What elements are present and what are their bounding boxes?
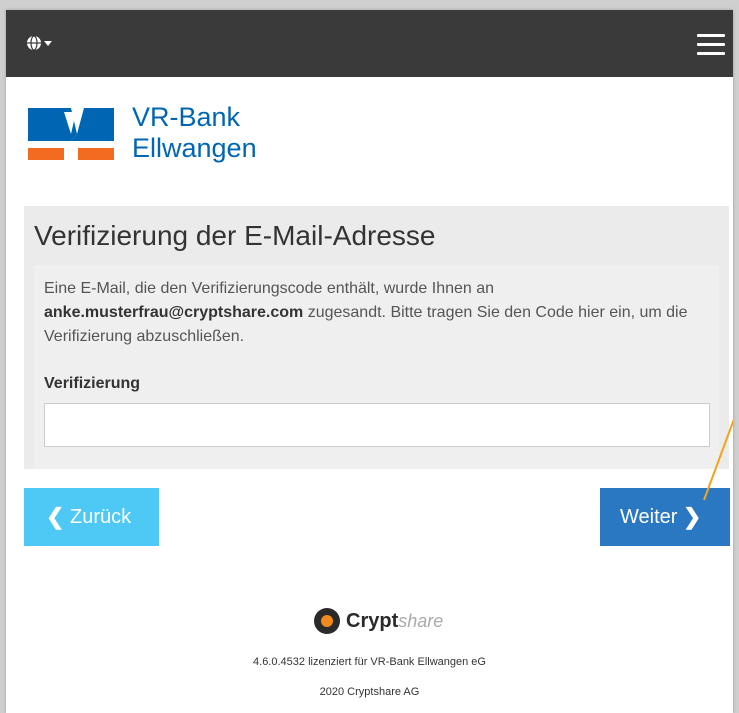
bank-name-line1: VR-Bank (132, 102, 241, 132)
bank-name-line2: Ellwangen (132, 133, 257, 163)
verification-code-input[interactable] (44, 403, 710, 447)
hamburger-menu-icon[interactable] (697, 34, 725, 61)
app-window: VR-Bank Ellwangen Verifizierung der E-Ma… (6, 10, 733, 713)
instruction-text: Eine E-Mail, die den Verifizierungscode … (44, 277, 709, 349)
language-selector[interactable] (26, 35, 54, 51)
recipient-email: anke.musterfrau@cryptshare.com (44, 304, 304, 321)
panel-body: Eine E-Mail, die den Verifizierungscode … (34, 265, 719, 469)
globe-icon (27, 35, 52, 51)
back-button[interactable]: ❮ Zurück (24, 488, 159, 546)
instruction-text-before: Eine E-Mail, die den Verifizierungscode … (44, 280, 495, 297)
bank-logo: VR-Bank Ellwangen (28, 102, 257, 164)
verification-field-label: Verifizierung (44, 375, 141, 392)
back-button-label: Zurück (70, 505, 132, 528)
cryptshare-brand-light: share (398, 610, 444, 631)
chevron-right-icon: ❯ (682, 504, 702, 529)
cryptshare-brand-bold: Crypt (346, 609, 399, 632)
cryptshare-brand: Cryptshare (346, 610, 443, 633)
volksbank-logo-icon (28, 108, 114, 160)
top-navigation-bar (6, 10, 733, 77)
chevron-left-icon: ❮ (46, 504, 65, 529)
cryptshare-logo-icon (314, 608, 340, 634)
next-button[interactable]: Weiter ❯ (600, 488, 730, 546)
page-title: Verifizierung der E-Mail-Adresse (34, 220, 436, 251)
next-button-label: Weiter (620, 505, 678, 528)
copyright-info: 2020 Cryptshare AG (319, 686, 420, 698)
verification-panel: Verifizierung der E-Mail-Adresse Eine E-… (24, 206, 729, 469)
cryptshare-logo: Cryptshare (314, 608, 443, 634)
bank-name: VR-Bank Ellwangen (132, 102, 257, 164)
version-info: 4.6.0.4532 lizenziert für VR-Bank Ellwan… (253, 656, 486, 668)
